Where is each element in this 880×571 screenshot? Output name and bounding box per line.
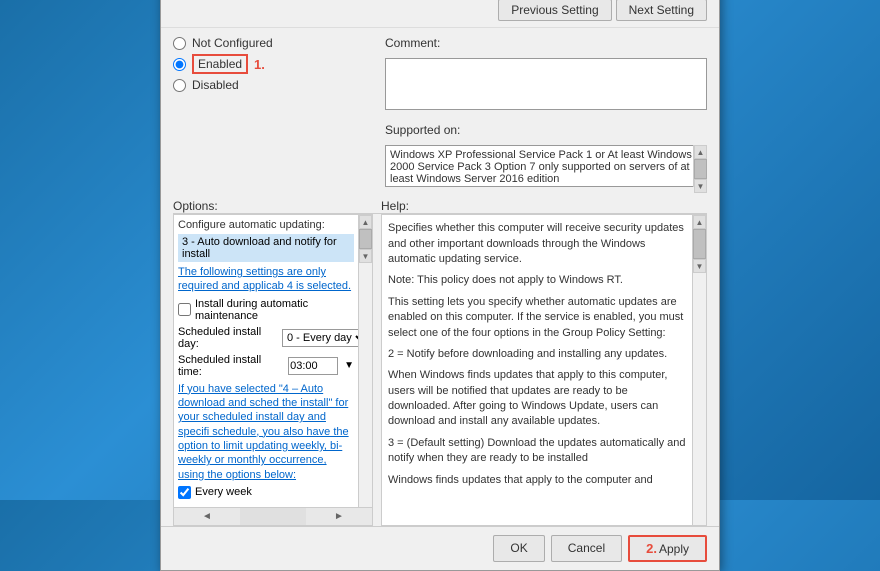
- step1-number: 1.: [254, 57, 265, 72]
- not-configured-option[interactable]: Not Configured: [173, 36, 373, 50]
- scheduled-day-row: Scheduled install day: 0 - Every day: [178, 326, 354, 350]
- hscroll-left[interactable]: ◄: [174, 508, 240, 525]
- radio-group: Not Configured Enabled 1. Disabled: [173, 36, 373, 92]
- help-scroll-up[interactable]: ▲: [693, 215, 706, 229]
- supported-box: Windows XP Professional Service Pack 1 o…: [385, 145, 707, 187]
- help-scrollbar[interactable]: ▲ ▼: [692, 215, 706, 525]
- options-hscroll: ◄ ►: [173, 508, 373, 526]
- bottom-buttons: OK Cancel 2.Apply: [161, 526, 719, 570]
- apply-label: Apply: [659, 542, 689, 556]
- previous-setting-button[interactable]: Previous Setting: [498, 0, 611, 21]
- options-section-label: Options:: [173, 199, 373, 213]
- help-panel: Specifies whether this computer will rec…: [381, 214, 707, 526]
- every-week-checkbox[interactable]: [178, 486, 191, 499]
- help-para3: This setting lets you specify whether au…: [388, 295, 686, 341]
- configure-updates-dialog: ⚙ Configure Automatic Updates ─ □ ✕ ⚙ Co…: [160, 0, 720, 571]
- comment-textarea[interactable]: [385, 58, 707, 110]
- next-setting-button[interactable]: Next Setting: [616, 0, 707, 21]
- help-scroll-down[interactable]: ▼: [693, 259, 706, 273]
- hscroll-right[interactable]: ►: [306, 508, 372, 525]
- cancel-button[interactable]: Cancel: [551, 535, 622, 562]
- supported-label: Supported on:: [385, 123, 707, 137]
- not-configured-radio[interactable]: [173, 37, 186, 50]
- options-small-text: If you have selected "4 – Auto download …: [178, 382, 354, 482]
- disabled-radio[interactable]: [173, 79, 186, 92]
- step2-number: 2.: [646, 541, 657, 556]
- help-para2: Note: This policy does not apply to Wind…: [388, 273, 686, 288]
- every-week-row: Every week: [178, 486, 354, 499]
- help-section-label: Help:: [373, 199, 707, 213]
- hscroll-track[interactable]: [240, 508, 306, 525]
- enabled-label: Enabled: [192, 54, 248, 74]
- scroll-down-arrow[interactable]: ▼: [694, 179, 707, 193]
- help-para4: 2 = Notify before downloading and instal…: [388, 347, 686, 362]
- supported-text: Windows XP Professional Service Pack 1 o…: [390, 149, 692, 185]
- help-content: Specifies whether this computer will rec…: [382, 215, 706, 500]
- scheduled-day-select[interactable]: 0 - Every day: [282, 329, 369, 347]
- scheduled-time-label: Scheduled install time:: [178, 354, 284, 378]
- apply-button[interactable]: 2.Apply: [628, 535, 707, 562]
- every-week-label: Every week: [195, 486, 252, 498]
- scroll-up-arrow[interactable]: ▲: [694, 145, 707, 159]
- configure-title: Configure automatic updating:: [178, 219, 354, 231]
- help-scroll-thumb[interactable]: [693, 229, 706, 259]
- options-scroll-down[interactable]: ▼: [359, 249, 372, 263]
- help-para5: When Windows finds updates that apply to…: [388, 368, 686, 430]
- not-configured-label: Not Configured: [192, 36, 273, 50]
- install-maintenance-label: Install during automatic maintenance: [195, 298, 354, 322]
- options-panel: Configure automatic updating: 3 - Auto d…: [173, 214, 373, 508]
- install-maintenance-row: Install during automatic maintenance: [178, 298, 354, 322]
- install-maintenance-checkbox[interactable]: [178, 303, 191, 316]
- supported-scrollbar[interactable]: ▲ ▼: [693, 145, 707, 187]
- enabled-radio[interactable]: [173, 58, 186, 71]
- disabled-option[interactable]: Disabled: [173, 78, 373, 92]
- bottom-panels: Configure automatic updating: 3 - Auto d…: [173, 213, 707, 526]
- main-content: Not Configured Enabled 1. Disabled Comme…: [161, 28, 719, 195]
- disabled-label: Disabled: [192, 78, 239, 92]
- right-panel: Comment: Supported on: Windows XP Profes…: [373, 36, 707, 187]
- comment-label: Comment:: [385, 36, 707, 50]
- scheduled-time-input[interactable]: [288, 357, 338, 375]
- ok-button[interactable]: OK: [493, 535, 544, 562]
- scroll-thumb[interactable]: [694, 159, 707, 179]
- time-dropdown-icon[interactable]: ▼: [344, 360, 354, 371]
- enabled-option[interactable]: Enabled 1.: [173, 54, 373, 74]
- options-scroll-up[interactable]: ▲: [359, 215, 372, 229]
- help-para6: 3 = (Default setting) Download the updat…: [388, 436, 686, 467]
- scheduled-day-label: Scheduled install day:: [178, 326, 278, 350]
- help-para7: Windows finds updates that apply to the …: [388, 473, 686, 488]
- section-labels: Options: Help:: [161, 195, 719, 213]
- options-content: Configure automatic updating: 3 - Auto d…: [174, 215, 372, 507]
- selected-option[interactable]: 3 - Auto download and notify for install: [178, 234, 354, 262]
- scheduled-time-row: Scheduled install time: ▼: [178, 354, 354, 378]
- help-para1: Specifies whether this computer will rec…: [388, 221, 686, 267]
- options-scrollbar[interactable]: ▲ ▼: [358, 215, 372, 507]
- left-panel: Not Configured Enabled 1. Disabled: [173, 36, 373, 187]
- options-note: The following settings are only required…: [178, 265, 354, 294]
- options-scroll-thumb[interactable]: [359, 229, 372, 249]
- toolbar: Previous Setting Next Setting: [161, 0, 719, 28]
